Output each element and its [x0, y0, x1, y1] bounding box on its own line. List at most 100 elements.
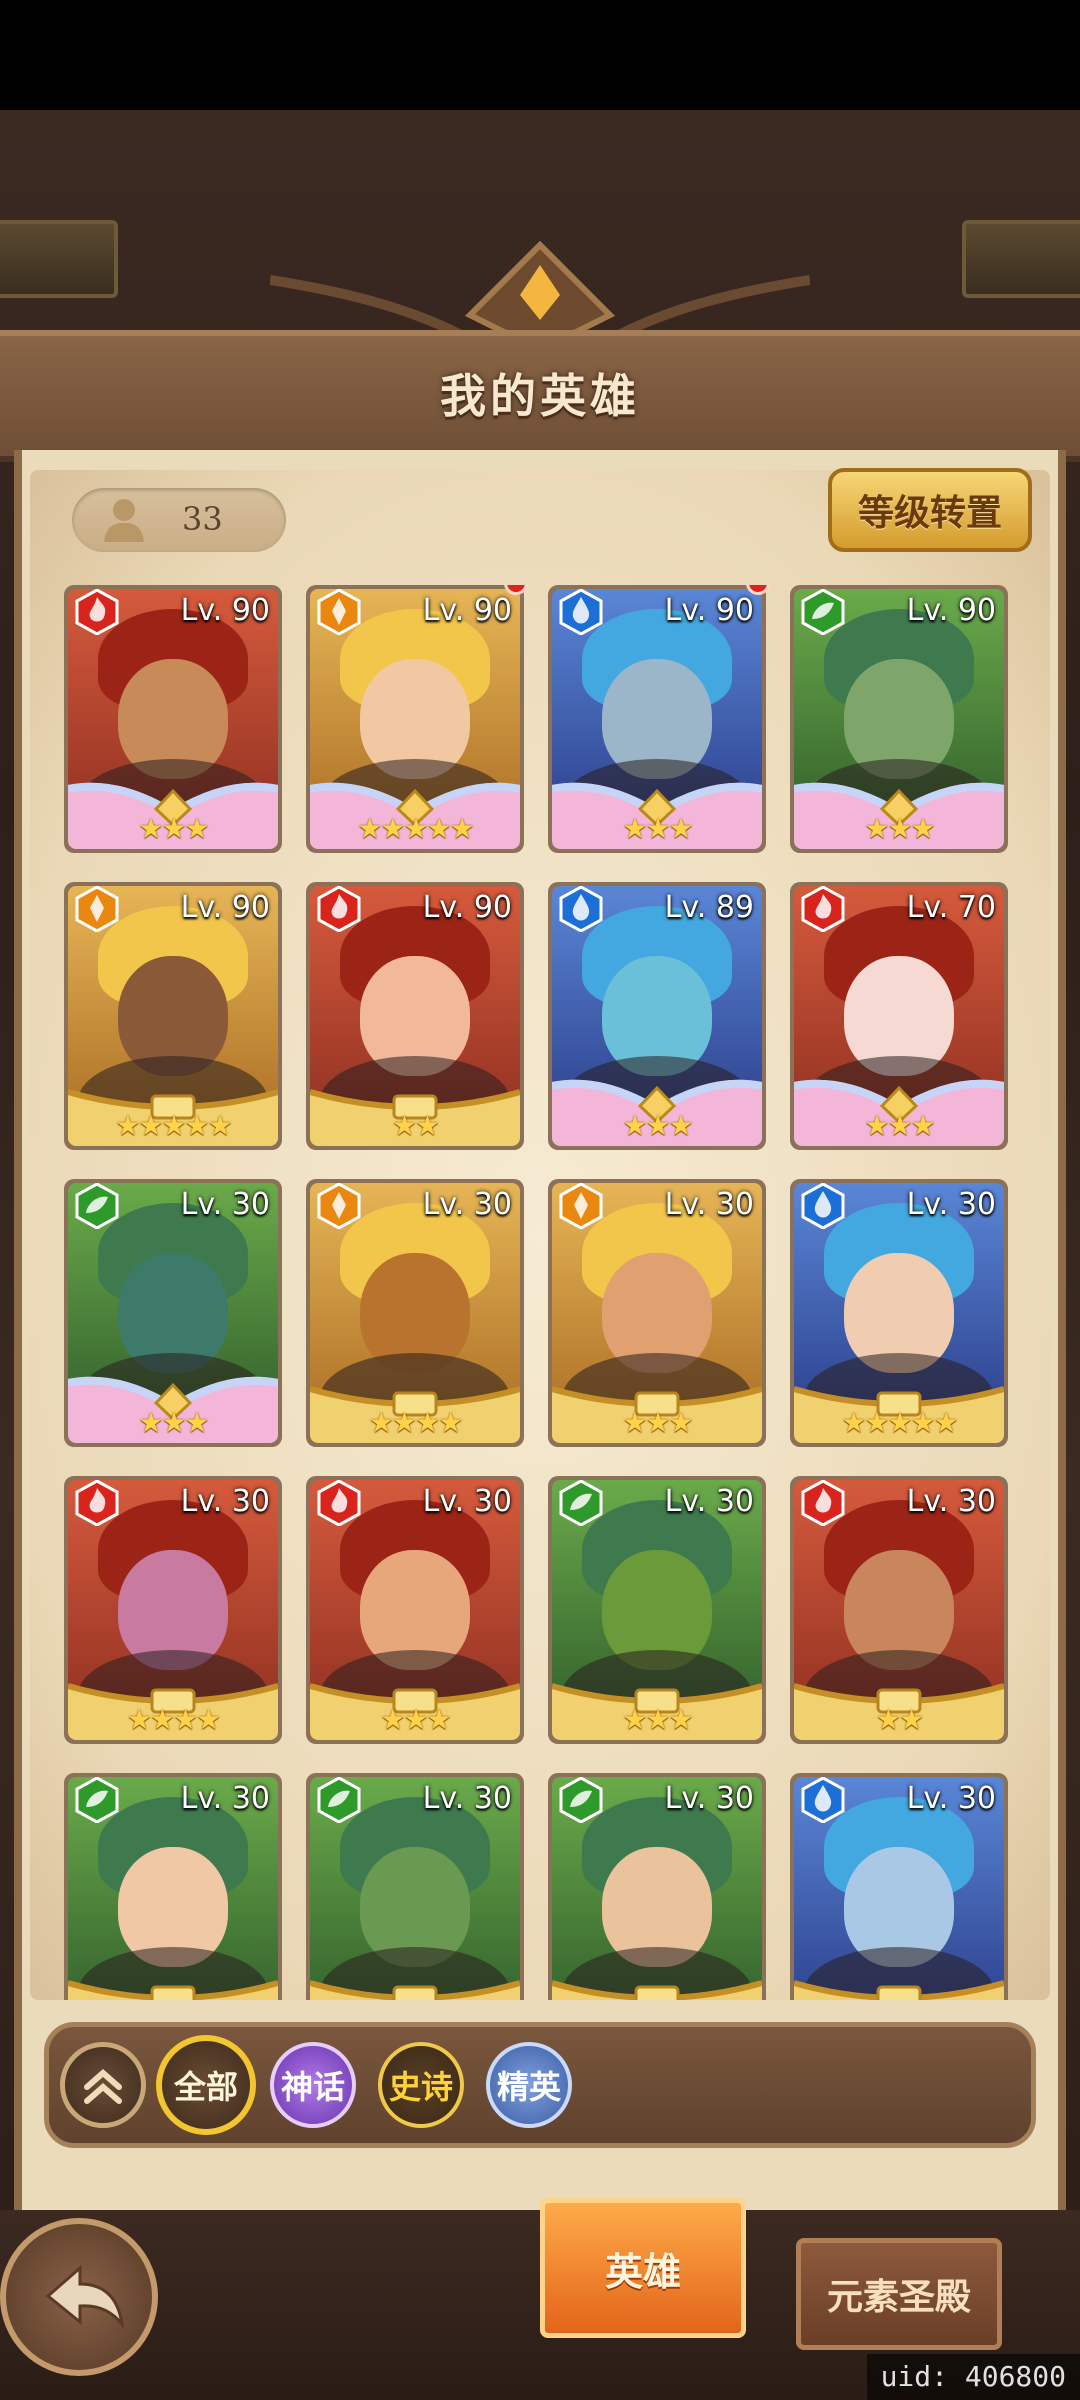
hero-level: Lv. 30: [906, 1781, 996, 1816]
hero-level: Lv. 30: [180, 1187, 270, 1222]
hero-card[interactable]: Lv. 90 ★★★★★: [306, 585, 524, 853]
hero-card[interactable]: Lv. 90 ★★★: [64, 585, 282, 853]
hero-card-frame: Lv. 30 ★★★★: [68, 1480, 278, 1740]
hero-card-frame: Lv. 30: [552, 1777, 762, 2000]
filter-epic-button[interactable]: 史诗: [378, 2042, 464, 2128]
nature-element-icon: [559, 1777, 603, 1823]
hero-card-frame: Lv. 30: [794, 1777, 1004, 2000]
hero-card-frame: Lv. 89 ★★★: [552, 886, 762, 1146]
hero-card[interactable]: Lv. 30 ★★★★★: [790, 1179, 1008, 1447]
hero-level: Lv. 30: [664, 1484, 754, 1519]
water-element-icon: [801, 1777, 845, 1823]
hero-card[interactable]: Lv. 30 ★★★: [548, 1476, 766, 1744]
tab-heroes[interactable]: 英雄: [540, 2198, 746, 2338]
epic-gold-frame: [310, 1980, 520, 2000]
filter-all-button[interactable]: 全部: [156, 2035, 256, 2135]
hero-level: Lv. 90: [422, 593, 512, 628]
hero-card-frame: Lv. 30 ★★★: [310, 1480, 520, 1740]
hero-stars: ★★★: [138, 812, 209, 845]
hero-level: Lv. 30: [906, 1187, 996, 1222]
fire-element-icon: [317, 1480, 361, 1526]
hero-card-frame: Lv. 30 ★★★★: [310, 1183, 520, 1443]
collapse-button[interactable]: [60, 2042, 146, 2128]
level-reset-button[interactable]: 等级转置: [828, 468, 1032, 552]
hero-stars: ★★★★: [126, 1703, 221, 1736]
hero-card[interactable]: Lv. 30: [64, 1773, 282, 2000]
hero-card[interactable]: Lv. 90 ★★★: [548, 585, 766, 853]
hero-stars: ★★★★: [368, 1406, 463, 1439]
hero-card[interactable]: Lv. 90 ★★: [306, 882, 524, 1150]
filter-mythic-button[interactable]: 神话: [270, 2042, 356, 2128]
hero-stars: ★★★★★: [357, 812, 475, 845]
hero-card[interactable]: Lv. 90 ★★★★★: [64, 882, 282, 1150]
tab-element-temple[interactable]: 元素圣殿: [796, 2238, 1002, 2350]
hero-stars: ★★★: [138, 1406, 209, 1439]
hero-card[interactable]: Lv. 30: [790, 1773, 1008, 2000]
light-element-icon: [559, 1183, 603, 1229]
hero-card[interactable]: Lv. 30 ★★★: [306, 1476, 524, 1744]
hero-level: Lv. 30: [422, 1484, 512, 1519]
hero-level: Lv. 89: [664, 890, 754, 925]
fire-element-icon: [317, 886, 361, 932]
hero-card-frame: Lv. 90 ★★★★★: [310, 589, 520, 849]
left-pillar-decoration: [0, 220, 118, 298]
hero-card-frame: Lv. 30: [68, 1777, 278, 2000]
hero-level: Lv. 30: [664, 1187, 754, 1222]
hero-card[interactable]: Lv. 30 ★★★★: [64, 1476, 282, 1744]
hero-level: Lv. 90: [906, 593, 996, 628]
hero-card-frame: Lv. 90 ★★★: [68, 589, 278, 849]
water-element-icon: [559, 589, 603, 635]
hero-card[interactable]: Lv. 30 ★★★: [548, 1179, 766, 1447]
hero-card-frame: Lv. 30 ★★★: [552, 1183, 762, 1443]
hero-card[interactable]: Lv. 30: [548, 1773, 766, 2000]
hero-level: Lv. 30: [422, 1187, 512, 1222]
hero-card[interactable]: Lv. 30 ★★★: [64, 1179, 282, 1447]
hero-stars: ★★★: [864, 1109, 935, 1142]
nature-element-icon: [801, 589, 845, 635]
hero-level: Lv. 90: [664, 593, 754, 628]
hero-level: Lv. 90: [422, 890, 512, 925]
light-element-icon: [75, 886, 119, 932]
hero-card[interactable]: Lv. 30: [306, 1773, 524, 2000]
hero-level: Lv. 70: [906, 890, 996, 925]
filter-elite-button[interactable]: 精英: [486, 2042, 572, 2128]
nature-element-icon: [75, 1183, 119, 1229]
hero-stars: ★★★: [380, 1703, 451, 1736]
hero-level: Lv. 30: [664, 1781, 754, 1816]
water-element-icon: [559, 886, 603, 932]
hero-card-frame: Lv. 70 ★★★: [794, 886, 1004, 1146]
hero-count-badge: 33: [72, 488, 286, 552]
hero-level: Lv. 90: [180, 890, 270, 925]
hero-stars: ★★★: [622, 812, 693, 845]
epic-gold-frame: [794, 1980, 1004, 2000]
status-bar: [0, 0, 1080, 110]
hero-level: Lv. 30: [180, 1781, 270, 1816]
fire-element-icon: [75, 589, 119, 635]
hero-stars: ★★: [875, 1703, 924, 1736]
page-title: 我的英雄: [440, 369, 640, 423]
water-element-icon: [801, 1183, 845, 1229]
hero-stars: ★★★: [622, 1109, 693, 1142]
light-element-icon: [317, 589, 361, 635]
hero-card[interactable]: Lv. 30 ★★★★: [306, 1179, 524, 1447]
person-icon: [104, 499, 144, 542]
epic-gold-frame: [68, 1980, 278, 2000]
back-button[interactable]: [0, 2218, 158, 2376]
fire-element-icon: [801, 886, 845, 932]
double-chevron-up-icon: [84, 2069, 122, 2104]
hero-card[interactable]: Lv. 90 ★★★: [790, 585, 1008, 853]
hero-level: Lv. 30: [906, 1484, 996, 1519]
hero-level: Lv. 90: [180, 593, 270, 628]
hero-card[interactable]: Lv. 89 ★★★: [548, 882, 766, 1150]
hero-grid[interactable]: Lv. 90 ★★★ Lv. 90 ★★★★★ Lv. 90 ★★★ Lv. 90 ★★★ Lv…: [64, 585, 1014, 2000]
hero-card[interactable]: Lv. 30 ★★: [790, 1476, 1008, 1744]
hero-card-frame: Lv. 30 ★★★★★: [794, 1183, 1004, 1443]
hero-card[interactable]: Lv. 70 ★★★: [790, 882, 1008, 1150]
hero-stars: ★★★: [622, 1703, 693, 1736]
hero-stars: ★★★: [864, 812, 935, 845]
hero-card-frame: Lv. 90 ★★★: [794, 589, 1004, 849]
hero-stars: ★★★: [622, 1406, 693, 1439]
nature-element-icon: [559, 1480, 603, 1526]
hero-card-frame: Lv. 30 ★★★: [552, 1480, 762, 1740]
fire-element-icon: [801, 1480, 845, 1526]
